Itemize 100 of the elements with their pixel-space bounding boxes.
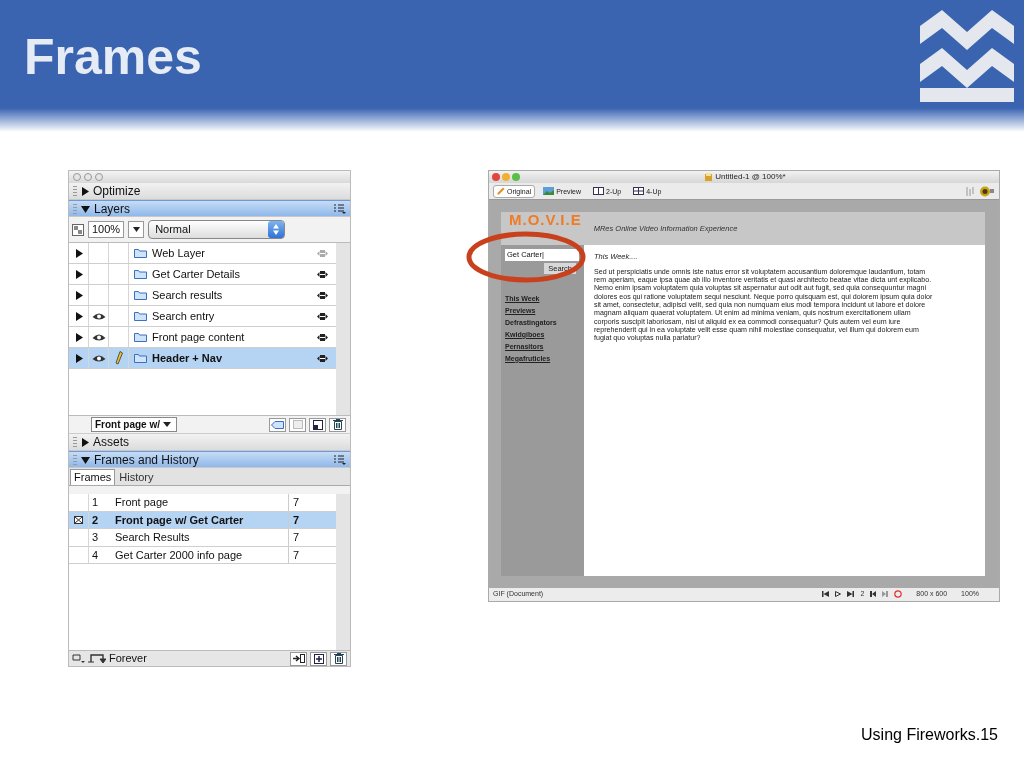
move-handle-icon[interactable] [317, 333, 328, 343]
blend-mode-select[interactable]: Normal [148, 220, 286, 239]
eye-icon[interactable] [91, 311, 106, 321]
panel-title: Optimize [93, 183, 142, 200]
grip-icon[interactable] [73, 437, 77, 447]
distribute-to-frames-icon [292, 654, 305, 663]
layer-name: Get Carter Details [152, 266, 241, 282]
move-handle-icon[interactable] [317, 354, 328, 364]
frame-name: Search Results [115, 530, 191, 545]
frame-name: Get Carter 2000 info page [115, 547, 244, 563]
frame-row[interactable]: 3 Search Results 7 [69, 529, 336, 547]
loop-icon[interactable] [88, 653, 106, 664]
move-handle-icon[interactable] [317, 291, 328, 301]
panel-title: Layers [94, 200, 132, 218]
panel-header[interactable]: Layers [69, 200, 350, 217]
collapse-icon[interactable] [81, 204, 90, 213]
expand-icon[interactable] [74, 353, 83, 363]
new-bitmap-icon [292, 420, 303, 429]
frame-row[interactable]: 1 Front page 7 [69, 494, 336, 512]
opacity-field[interactable]: 100% [88, 221, 125, 238]
frame-delay: 7 [288, 546, 336, 563]
panel-header[interactable]: Frames and History [69, 451, 350, 468]
panel-header[interactable]: Assets [69, 434, 350, 451]
frame-name: Front page [115, 495, 170, 510]
add-frame-icon [313, 653, 324, 664]
collapse-icon[interactable] [81, 455, 90, 464]
move-handle-icon[interactable] [317, 312, 328, 322]
site-logo: M.O.V.I.E [509, 211, 582, 227]
stop-icon[interactable] [894, 590, 903, 599]
move-handle-icon[interactable] [317, 249, 328, 259]
landscape-icon [543, 187, 555, 195]
layer-row[interactable]: Get Carter Details [69, 264, 336, 285]
first-frame-icon[interactable] [822, 591, 830, 598]
panel-title: Frames and History [94, 451, 200, 469]
frame-delay: 7 [288, 511, 336, 528]
expand-icon[interactable] [81, 186, 89, 196]
frame-number: 3 [91, 530, 100, 545]
opacity-dropdown[interactable] [128, 221, 145, 238]
slide-footer: Using Fireworks.15 [861, 723, 998, 747]
add-mask-button[interactable] [309, 417, 326, 432]
layer-thumbnail-icon [72, 223, 84, 236]
folder-icon [134, 248, 147, 258]
expand-icon[interactable] [74, 332, 83, 342]
layer-name: Front page content [152, 329, 245, 345]
folder-icon [134, 332, 147, 342]
move-handle-icon[interactable] [317, 270, 328, 280]
layer-row[interactable]: Web Layer [69, 243, 336, 264]
frame-number: 2 [91, 512, 100, 528]
expand-icon[interactable] [74, 290, 83, 300]
stepper-icon[interactable] [273, 224, 280, 235]
expand-icon[interactable] [74, 311, 83, 321]
eye-icon[interactable] [91, 353, 106, 363]
layer-row[interactable]: Search entry [69, 306, 336, 327]
layer-name: Header + Nav [152, 350, 222, 366]
document-icon [705, 173, 713, 182]
new-layer-icon [271, 419, 284, 430]
new-layer-button[interactable] [269, 417, 286, 432]
frame-number: 4 [91, 547, 100, 563]
panel-tab[interactable]: History [115, 469, 158, 485]
expand-icon[interactable] [81, 437, 89, 447]
quick-export-icon[interactable] [979, 185, 995, 197]
pencil-icon [497, 187, 505, 195]
panel-header[interactable]: Optimize [69, 183, 350, 200]
layer-name: Search results [152, 287, 223, 303]
onion-skin-menu-icon[interactable] [72, 653, 85, 664]
panel-menu-icon[interactable] [334, 454, 346, 465]
pencil-icon[interactable] [114, 351, 123, 365]
frame-select[interactable]: Front page w/ [91, 417, 177, 432]
grip-icon[interactable] [73, 186, 77, 196]
folder-icon [134, 269, 147, 279]
panel-title: Assets [93, 434, 130, 451]
caret-icon [163, 422, 171, 427]
panel-menu-icon[interactable] [334, 203, 346, 214]
layer-row[interactable]: Header + Nav [69, 348, 336, 369]
folder-icon [134, 311, 147, 321]
last-frame-icon[interactable] [847, 591, 855, 598]
previous-frame-icon[interactable] [870, 591, 877, 598]
frame-name: Front page w/ Get Carter [115, 512, 245, 528]
folder-icon [134, 353, 147, 363]
layer-name: Search entry [152, 308, 215, 324]
blend-mode-value: Normal [155, 222, 191, 238]
grip-icon[interactable] [73, 454, 77, 465]
quad-view-icon [633, 187, 645, 195]
expand-icon[interactable] [74, 269, 83, 279]
panel-tab[interactable]: Frames [70, 469, 116, 485]
grip-icon[interactable] [73, 203, 77, 214]
caret-icon [132, 227, 140, 232]
play-icon[interactable] [835, 591, 842, 598]
distribute-to-frames-button[interactable] [290, 651, 307, 666]
add-mask-icon [312, 419, 323, 430]
onion-skin-icon[interactable] [74, 515, 83, 524]
layer-row[interactable]: Search results [69, 285, 336, 306]
folder-icon [134, 290, 147, 300]
expand-icon[interactable] [74, 248, 83, 258]
add-frame-button[interactable] [310, 651, 327, 666]
window-title: Untitled-1 @ 100%* [715, 171, 786, 184]
frame-select-value: Front page w/ [95, 418, 160, 432]
slide-title: Frames [24, 30, 202, 85]
eye-icon[interactable] [91, 332, 106, 342]
layer-row[interactable]: Front page content [69, 327, 336, 348]
